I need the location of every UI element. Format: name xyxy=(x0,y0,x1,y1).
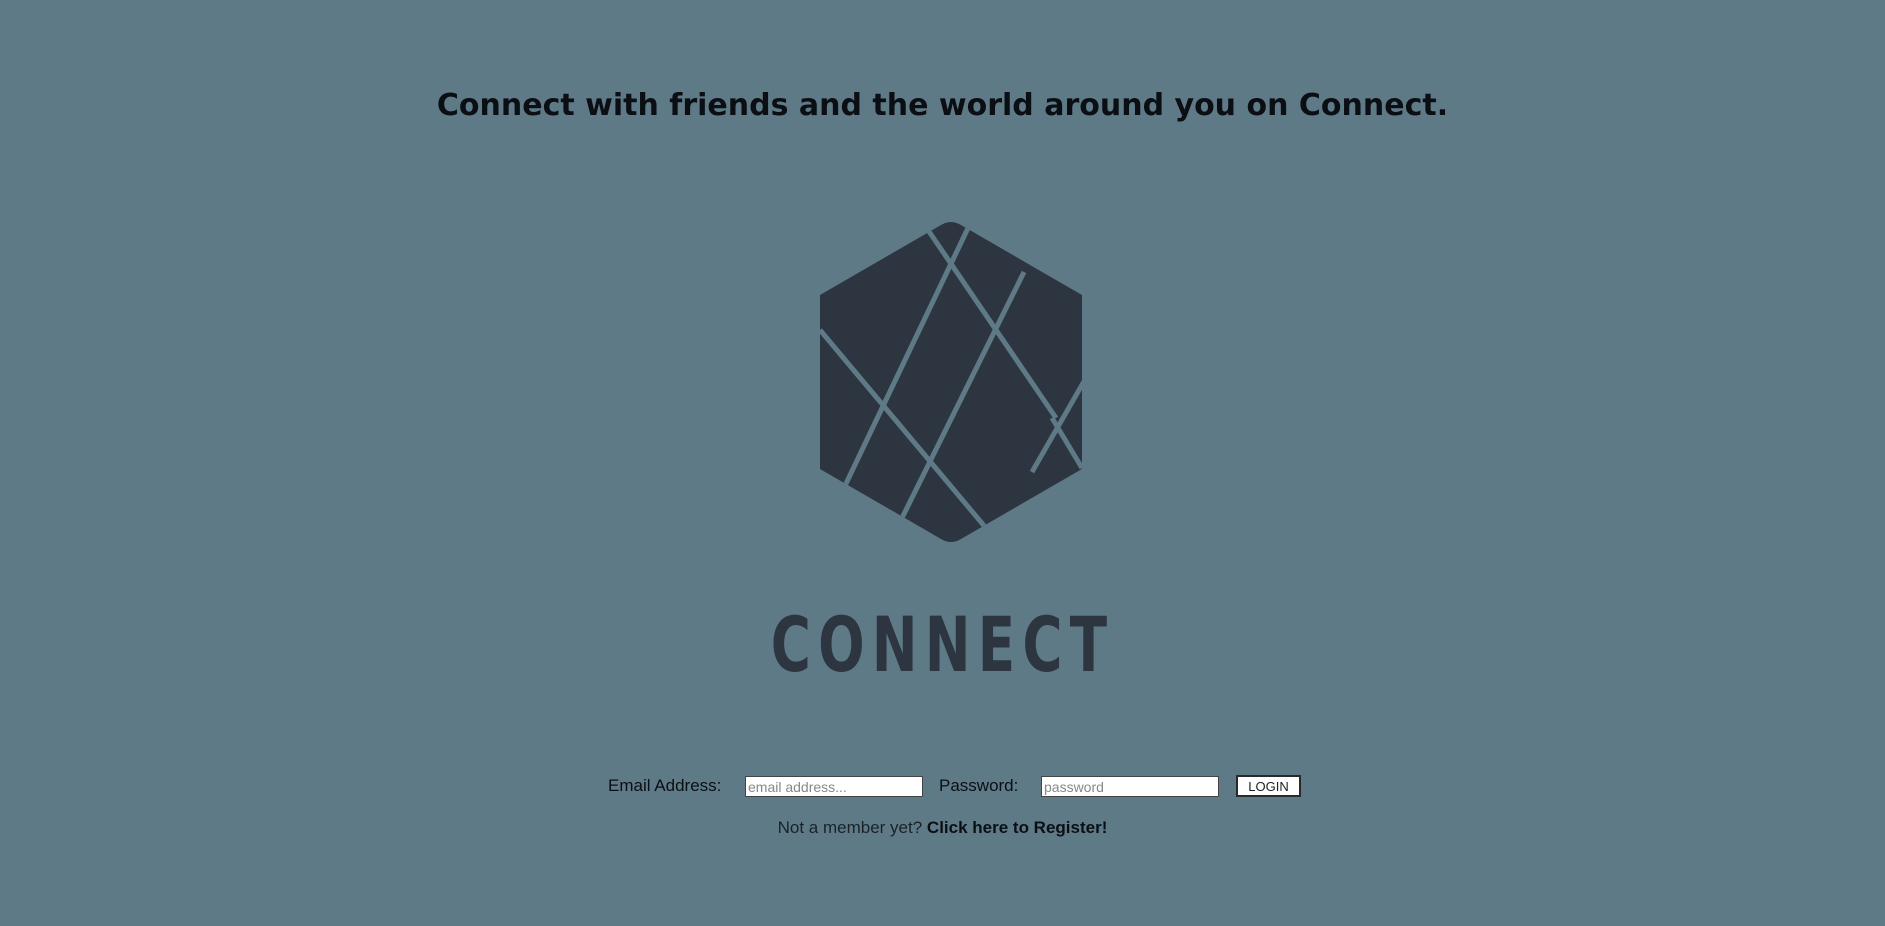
register-link[interactable]: Click here to Register! xyxy=(927,818,1107,837)
password-label: Password: xyxy=(939,776,1019,795)
email-label: Email Address: xyxy=(608,776,722,795)
login-page: Connect with friends and the world aroun… xyxy=(0,0,1885,926)
register-prompt: Not a member yet? Click here to Register… xyxy=(0,818,1885,838)
hexagon-logo-icon xyxy=(820,222,1082,542)
brand-wordmark: CONNECT xyxy=(770,600,1115,689)
login-button[interactable]: LOGIN xyxy=(1236,775,1301,797)
password-input[interactable] xyxy=(1041,776,1219,797)
email-input[interactable] xyxy=(745,776,923,797)
login-form: Email Address: Password: LOGIN xyxy=(0,774,1885,800)
page-headline: Connect with friends and the world aroun… xyxy=(436,88,1449,123)
register-prompt-text: Not a member yet? xyxy=(777,818,923,837)
